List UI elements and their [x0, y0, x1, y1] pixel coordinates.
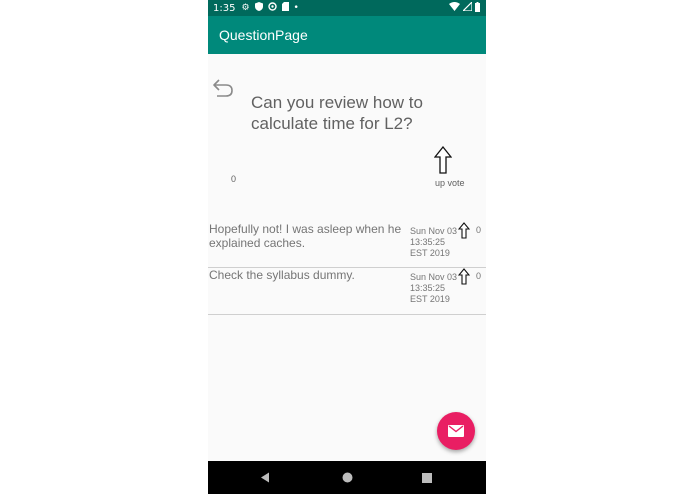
home-nav-icon	[342, 472, 352, 483]
app-bar-title: QuestionPage	[219, 27, 308, 43]
signal-icon	[461, 0, 473, 14]
question-vote-count: 0	[231, 174, 237, 184]
compose-answer-fab[interactable]	[437, 412, 475, 450]
answer-vote-count: 0	[476, 271, 482, 281]
up-arrow-icon	[433, 145, 453, 174]
battery-icon	[475, 1, 480, 15]
dot-icon: •	[293, 3, 299, 13]
answer-row: Hopefully not! I was asleep when he expl…	[208, 222, 486, 268]
nav-back-button[interactable]	[255, 461, 275, 494]
status-bar: 1:35 ⚙ •	[208, 0, 486, 16]
answer-upvote-button[interactable]	[457, 268, 471, 285]
sd-card-icon	[281, 2, 289, 14]
question-text: Can you review how to calculate time for…	[251, 93, 423, 133]
back-nav-icon	[261, 472, 269, 483]
answer-vote-count: 0	[476, 225, 482, 235]
nav-home-button[interactable]	[337, 461, 357, 494]
wifi-icon	[449, 2, 460, 14]
navigation-bar	[208, 461, 486, 494]
undo-arrow-icon	[213, 79, 233, 97]
status-time: 1:35	[213, 2, 236, 14]
phone-screen: 1:35 ⚙ • QuestionPage Can you review how…	[208, 0, 486, 494]
recents-nav-icon	[422, 472, 432, 483]
up-arrow-icon	[457, 222, 471, 239]
settings-icon: ⚙	[241, 3, 250, 13]
answer-text: Check the syllabus dummy.	[209, 268, 355, 282]
nav-recents-button[interactable]	[417, 461, 437, 494]
sync-icon	[267, 2, 277, 14]
back-button[interactable]	[211, 77, 235, 99]
answer-upvote-button[interactable]	[457, 222, 471, 239]
shield-icon	[254, 2, 263, 14]
answer-text: Hopefully not! I was asleep when he expl…	[209, 222, 402, 250]
status-right-icons	[449, 0, 480, 16]
app-bar: QuestionPage	[208, 16, 486, 54]
up-arrow-icon	[457, 268, 471, 285]
answer-date: Sun Nov 03 13:35:25 EST 2019	[410, 272, 458, 304]
mail-icon	[448, 425, 464, 437]
answer-date: Sun Nov 03 13:35:25 EST 2019	[410, 226, 458, 258]
upvote-label: up vote	[435, 178, 465, 188]
question-upvote-button[interactable]	[433, 145, 453, 174]
answer-row: Check the syllabus dummy. Sun Nov 03 13:…	[208, 268, 486, 315]
